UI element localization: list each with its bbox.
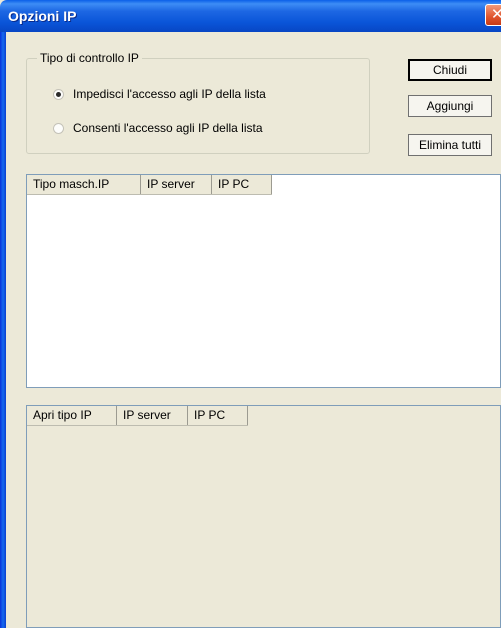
- delete-all-button[interactable]: Elimina tutti: [408, 134, 492, 156]
- radio-deny-access[interactable]: Impedisci l'accesso agli IP della lista: [53, 87, 266, 101]
- deny-list[interactable]: Tipo masch.IP IP server IP PC: [26, 174, 501, 388]
- radio-allow-access[interactable]: Consenti l'accesso agli IP della lista: [53, 121, 263, 135]
- radio-icon[interactable]: [53, 88, 64, 100]
- column-pc-ip[interactable]: IP PC: [212, 175, 272, 194]
- allow-list[interactable]: Apri tipo IP IP server IP PC: [26, 405, 501, 628]
- ip-control-type-group: Tipo di controllo IP Impedisci l'accesso…: [26, 51, 370, 154]
- radio-allow-label: Consenti l'accesso agli IP della lista: [73, 121, 263, 135]
- column-pc-ip[interactable]: IP PC: [188, 406, 248, 425]
- add-button[interactable]: Aggiungi: [408, 95, 492, 117]
- allow-list-body[interactable]: [27, 426, 500, 627]
- column-mask-type[interactable]: Tipo masch.IP: [27, 175, 141, 194]
- column-server-ip[interactable]: IP server: [117, 406, 188, 425]
- deny-list-header: Tipo masch.IP IP server IP PC: [27, 175, 272, 195]
- allow-list-header: Apri tipo IP IP server IP PC: [27, 406, 248, 426]
- radio-icon[interactable]: [53, 122, 64, 134]
- close-button[interactable]: Chiudi: [408, 59, 492, 81]
- close-window-button[interactable]: ✕: [485, 4, 501, 26]
- column-server-ip[interactable]: IP server: [141, 175, 212, 194]
- close-icon: ✕: [491, 6, 501, 23]
- title-bar[interactable]: Opzioni IP ✕: [0, 0, 501, 32]
- window-title: Opzioni IP: [8, 8, 77, 24]
- ip-options-dialog: Opzioni IP ✕ Tipo di controllo IP Impedi…: [0, 0, 501, 628]
- column-open-type[interactable]: Apri tipo IP: [27, 406, 117, 425]
- group-legend: Tipo di controllo IP: [37, 51, 142, 65]
- dialog-client-area: Tipo di controllo IP Impedisci l'accesso…: [6, 32, 501, 628]
- radio-deny-label: Impedisci l'accesso agli IP della lista: [73, 87, 266, 101]
- deny-list-body[interactable]: [27, 195, 500, 387]
